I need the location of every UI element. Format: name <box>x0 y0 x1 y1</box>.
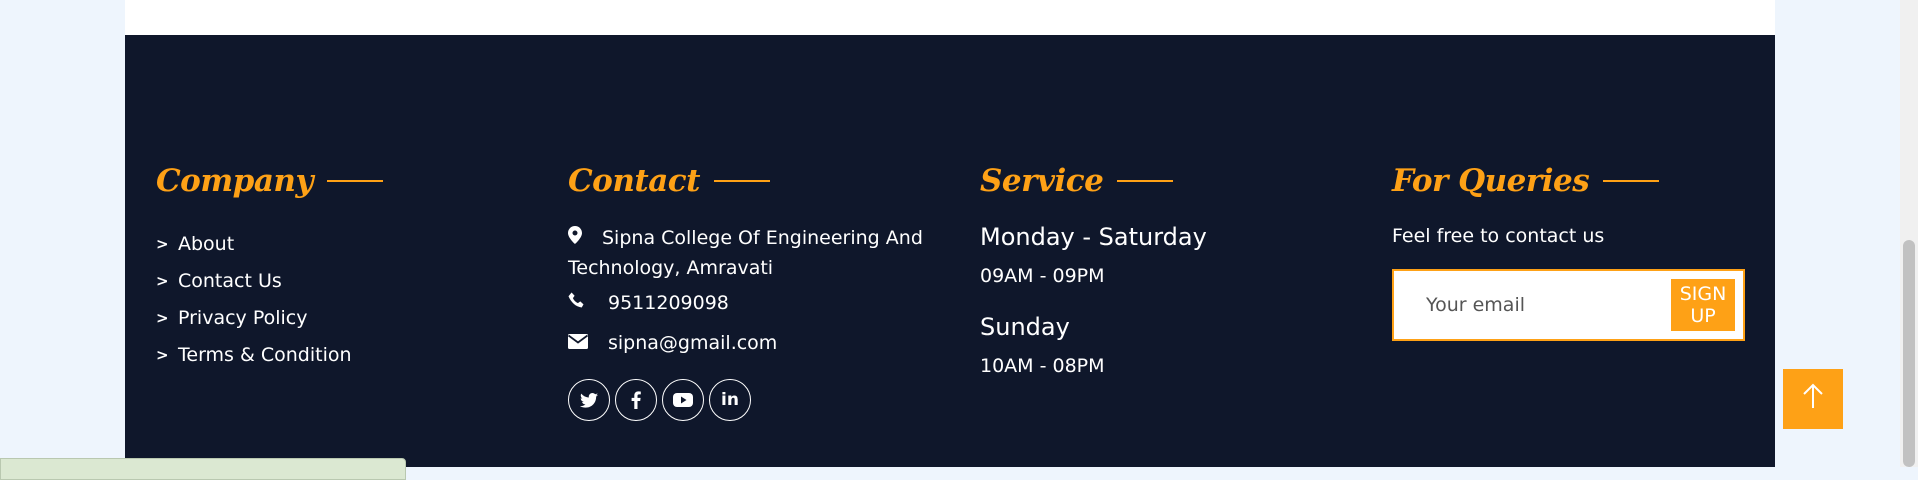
map-marker-icon <box>568 223 602 253</box>
browser-status-bar <box>0 458 406 480</box>
company-heading: Company <box>156 155 383 207</box>
arrow-up-icon <box>1802 383 1824 416</box>
back-to-top-button[interactable] <box>1783 369 1843 429</box>
contact-address: Sipna College Of Engineering And Technol… <box>568 223 948 283</box>
service-time-weekdays: 09AM - 09PM <box>980 265 1105 287</box>
twitter-icon[interactable] <box>568 379 610 421</box>
social-links: in <box>568 379 948 421</box>
footer: Company > About > Contact Us > Privacy P… <box>125 35 1775 467</box>
service-heading: Service <box>980 155 1207 207</box>
linkedin-icon[interactable]: in <box>709 379 751 421</box>
facebook-icon[interactable] <box>615 379 657 421</box>
footer-company-column: Company > About > Contact Us > Privacy P… <box>156 155 383 373</box>
address-line-2: Technology, Amravati <box>568 257 774 279</box>
heading-divider <box>714 180 770 182</box>
contact-phone: 9511209098 <box>568 283 948 323</box>
footer-link-about[interactable]: > About <box>156 225 383 262</box>
scrollbar-thumb[interactable] <box>1903 240 1915 467</box>
footer-queries-column: For Queries Feel free to contact us SIGN… <box>1392 155 1745 341</box>
envelope-icon <box>567 333 608 354</box>
youtube-icon[interactable] <box>662 379 704 421</box>
content-section-bottom <box>125 0 1775 35</box>
newsletter-form: SIGN UP <box>1392 269 1745 341</box>
footer-service-column: Service Monday - Saturday 09AM - 09PM Su… <box>980 155 1207 377</box>
contact-heading: Contact <box>568 155 948 207</box>
footer-link-privacy-policy[interactable]: > Privacy Policy <box>156 299 383 336</box>
queries-text: Feel free to contact us <box>1392 225 1605 247</box>
company-links: > About > Contact Us > Privacy Policy > … <box>156 225 383 373</box>
heading-divider <box>326 180 383 182</box>
service-time-sunday: 10AM - 08PM <box>980 355 1105 377</box>
address-line-1: Sipna College Of Engineering And <box>602 227 923 249</box>
phone-icon <box>568 292 608 315</box>
footer-contact-column: Contact Sipna College Of Engineering And… <box>567 155 948 421</box>
chevron-right-icon: > <box>156 308 169 327</box>
queries-heading: For Queries <box>1392 155 1745 207</box>
chevron-right-icon: > <box>156 271 169 290</box>
heading-divider <box>1117 180 1174 182</box>
heading-divider <box>1603 180 1660 182</box>
email-input[interactable] <box>1424 293 1671 317</box>
chevron-right-icon: > <box>156 345 169 364</box>
chevron-right-icon: > <box>156 234 169 253</box>
footer-link-contact-us[interactable]: > Contact Us <box>156 262 383 299</box>
sign-up-button[interactable]: SIGN UP <box>1671 279 1735 331</box>
service-day-weekdays: Monday - Saturday <box>980 223 1207 251</box>
contact-email: sipna@gmail.com <box>567 323 948 363</box>
service-day-sunday: Sunday <box>980 313 1070 341</box>
footer-link-terms[interactable]: > Terms & Condition <box>156 336 383 373</box>
